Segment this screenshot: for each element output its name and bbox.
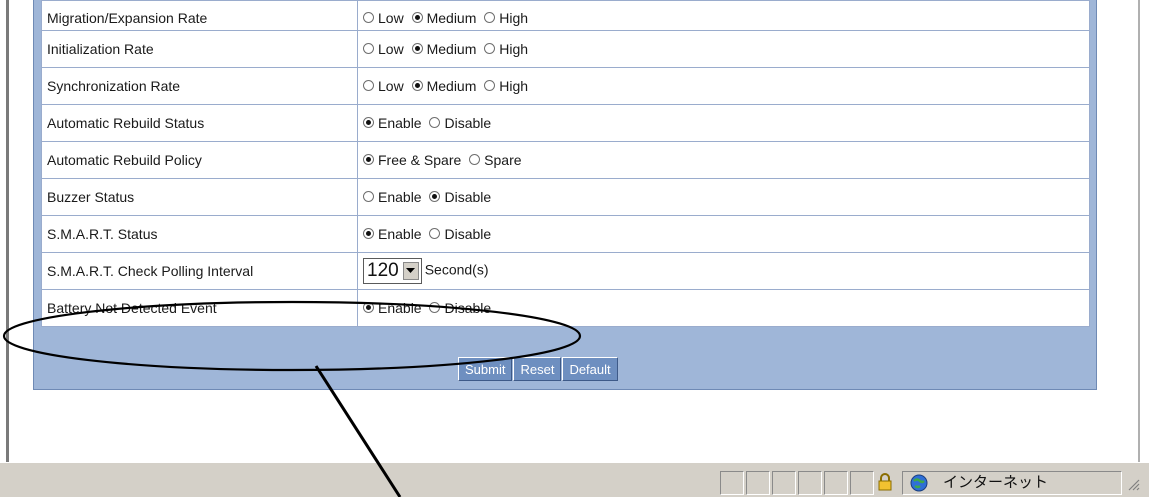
setting-label: Automatic Rebuild Status (41, 104, 358, 142)
radio-option[interactable]: Disable (429, 226, 491, 242)
select-value: 120 (367, 260, 399, 281)
radio-button-selected[interactable] (363, 117, 374, 129)
default-button[interactable]: Default (562, 357, 618, 381)
radio-option[interactable]: Medium (411, 41, 476, 57)
submit-button[interactable]: Submit (458, 357, 513, 381)
window-left-border (6, 0, 9, 462)
setting-label: Automatic Rebuild Policy (41, 141, 358, 179)
table-row: S.M.A.R.T. Check Polling Interval 120 Se… (41, 252, 1090, 290)
radio-option[interactable]: Low (363, 41, 404, 57)
table-row: Buzzer Status Enable Disable (41, 178, 1090, 216)
radio-button-selected[interactable] (411, 43, 423, 55)
reset-button[interactable]: Reset (513, 357, 562, 381)
setting-label: Migration/Expansion Rate (41, 0, 358, 31)
setting-label: Synchronization Rate (41, 67, 358, 105)
radio-button[interactable] (363, 191, 374, 203)
radio-button-selected[interactable] (363, 154, 374, 166)
browser-statusbar: インターネット (0, 462, 1149, 497)
radio-button[interactable] (484, 80, 496, 92)
setting-label: Battery Not Detected Event (41, 289, 358, 327)
setting-options: 120 Second(s) (357, 252, 1090, 290)
polling-interval-select[interactable]: 120 (363, 258, 422, 284)
radio-option[interactable]: Free & Spare (363, 152, 461, 168)
table-row: Initialization Rate Low Medium High (41, 30, 1090, 68)
radio-button-selected[interactable] (363, 228, 374, 240)
statusbar-pane (850, 471, 874, 495)
radio-button[interactable] (484, 43, 496, 55)
statusbar-pane (746, 471, 770, 495)
radio-option[interactable]: High (484, 10, 528, 26)
radio-option[interactable]: Medium (411, 10, 476, 26)
table-row: Automatic Rebuild Policy Free & Spare Sp… (41, 141, 1090, 179)
table-row: Battery Not Detected Event Enable Disabl… (41, 289, 1090, 327)
chevron-down-icon[interactable] (402, 262, 419, 280)
radio-option[interactable]: Disable (429, 115, 491, 131)
setting-options: Low Medium High (357, 30, 1090, 68)
radio-option[interactable]: Low (363, 10, 404, 26)
table-row: Migration/Expansion Rate Low Medium High (41, 0, 1090, 31)
radio-button[interactable] (363, 12, 374, 23)
table-row: Synchronization Rate Low Medium High (41, 67, 1090, 105)
radio-option[interactable]: Spare (469, 152, 522, 168)
radio-option[interactable]: Enable (363, 226, 422, 242)
radio-option[interactable]: Medium (411, 78, 476, 94)
radio-button[interactable] (363, 80, 374, 92)
setting-options: Enable Disable (357, 104, 1090, 142)
unit-label: Second(s) (424, 261, 489, 278)
radio-button[interactable] (429, 228, 441, 240)
setting-label: Initialization Rate (41, 30, 358, 68)
setting-options: Low Medium High (357, 0, 1090, 31)
radio-button[interactable] (429, 117, 441, 129)
globe-icon (910, 474, 928, 497)
settings-table: Migration/Expansion Rate Low Medium High… (41, 0, 1090, 327)
radio-option[interactable]: Disable (429, 189, 491, 205)
radio-option[interactable]: Enable (363, 115, 422, 131)
radio-button-selected[interactable] (411, 80, 423, 92)
lock-icon (877, 473, 893, 496)
setting-label: Buzzer Status (41, 178, 358, 216)
form-buttons: Submit Reset Default (458, 357, 619, 381)
security-zone-label: インターネット (943, 474, 1049, 491)
setting-options: Enable Disable (357, 178, 1090, 216)
radio-option[interactable]: Disable (429, 300, 491, 316)
setting-options: Free & Spare Spare (357, 141, 1090, 179)
radio-option[interactable]: High (484, 78, 528, 94)
radio-button[interactable] (484, 12, 496, 23)
radio-option[interactable]: Enable (363, 300, 422, 316)
radio-button[interactable] (363, 43, 374, 55)
resize-grip-icon[interactable] (1126, 477, 1140, 496)
window-right-border (1138, 0, 1140, 462)
radio-button-selected[interactable] (429, 191, 441, 203)
statusbar-pane (720, 471, 744, 495)
statusbar-pane (824, 471, 848, 495)
statusbar-pane (798, 471, 822, 495)
setting-options: Enable Disable (357, 215, 1090, 253)
setting-label: S.M.A.R.T. Status (41, 215, 358, 253)
setting-options: Enable Disable (357, 289, 1090, 327)
table-row: S.M.A.R.T. Status Enable Disable (41, 215, 1090, 253)
radio-option[interactable]: Enable (363, 189, 422, 205)
radio-button-selected[interactable] (411, 12, 423, 23)
table-row: Automatic Rebuild Status Enable Disable (41, 104, 1090, 142)
radio-option[interactable]: Low (363, 78, 404, 94)
setting-options: Low Medium High (357, 67, 1090, 105)
browser-window: Migration/Expansion Rate Low Medium High… (0, 0, 1149, 497)
setting-label: S.M.A.R.T. Check Polling Interval (41, 252, 358, 290)
radio-button[interactable] (469, 154, 481, 166)
radio-option[interactable]: High (484, 41, 528, 57)
radio-button-selected[interactable] (363, 302, 374, 314)
statusbar-pane (772, 471, 796, 495)
radio-button[interactable] (429, 302, 441, 314)
